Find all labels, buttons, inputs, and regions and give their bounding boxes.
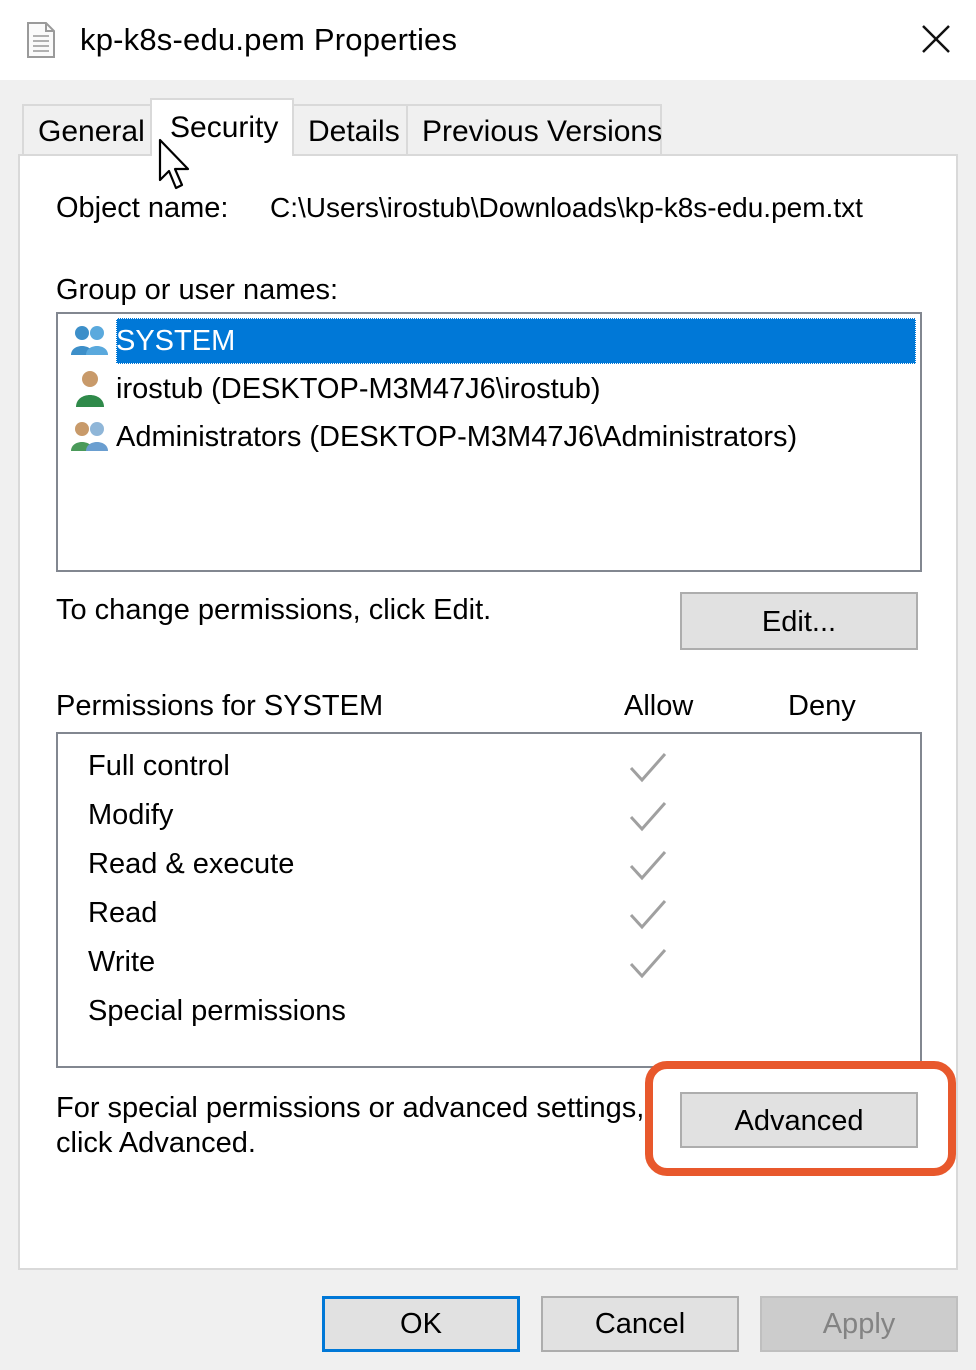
advanced-hint-line1: For special permissions or advanced sett…: [56, 1092, 645, 1124]
advanced-button[interactable]: Advanced: [680, 1092, 918, 1148]
object-name-value: C:\Users\irostub\Downloads\kp-k8s-edu.pe…: [270, 192, 863, 223]
advanced-hint-line2: click Advanced.: [56, 1127, 256, 1159]
allow-check-icon: [629, 949, 667, 979]
group-names-label: Group or user names:: [56, 274, 339, 306]
permission-special: Special permissions: [88, 995, 346, 1027]
list-item-label: Administrators (DESKTOP-M3M47J6\Administ…: [116, 421, 798, 453]
object-name-label: Object name:: [56, 192, 229, 224]
allow-check-icon: [629, 802, 667, 832]
allow-check-icon: [629, 851, 667, 881]
tab-general[interactable]: General: [22, 104, 152, 154]
allow-check-icon: [629, 753, 667, 783]
ok-button[interactable]: OK: [322, 1296, 520, 1352]
change-permissions-hint: To change permissions, click Edit.: [56, 594, 492, 626]
allow-header: Allow: [624, 690, 694, 722]
apply-button[interactable]: Apply: [760, 1296, 958, 1352]
deny-header: Deny: [788, 690, 856, 722]
tab-label: Details: [308, 115, 400, 148]
list-item-label: irostub (DESKTOP-M3M47J6\irostub): [116, 373, 601, 405]
tab-previous-versions[interactable]: Previous Versions: [406, 104, 662, 154]
list-item-administrators[interactable]: Administrators (DESKTOP-M3M47J6\Administ…: [68, 414, 801, 460]
tab-details[interactable]: Details: [292, 104, 408, 154]
user-icon: [76, 371, 104, 407]
tab-label: Previous Versions: [422, 115, 663, 148]
admin-group-icon: [71, 422, 108, 451]
close-button[interactable]: [906, 14, 966, 64]
permission-full-control: Full control: [88, 750, 230, 782]
list-item-irostub[interactable]: irostub (DESKTOP-M3M47J6\irostub): [68, 366, 605, 412]
document-icon: [27, 22, 55, 58]
list-item-system[interactable]: SYSTEM: [68, 318, 239, 364]
edit-button[interactable]: Edit...: [680, 592, 918, 650]
permission-read-execute: Read & execute: [88, 848, 295, 880]
permissions-label: Permissions for SYSTEM: [56, 690, 384, 722]
list-item-label: SYSTEM: [116, 325, 236, 357]
permission-write: Write: [88, 946, 156, 978]
users-group-icon: [71, 326, 108, 355]
user-list[interactable]: SYSTEM irostub (DESKTOP-M3M47J6\irostub)…: [56, 312, 922, 572]
tab-label: General: [38, 115, 145, 148]
window-title: kp-k8s-edu.pem Properties: [80, 22, 458, 57]
permission-read: Read: [88, 897, 158, 929]
permissions-list[interactable]: Full control Modify Read & execute Read …: [56, 732, 922, 1068]
allow-check-icon: [629, 900, 667, 930]
close-icon: [922, 25, 950, 53]
mouse-pointer-icon: [158, 138, 190, 190]
title-bar: kp-k8s-edu.pem Properties: [0, 0, 976, 80]
cancel-button[interactable]: Cancel: [541, 1296, 739, 1352]
permission-modify: Modify: [88, 799, 174, 831]
